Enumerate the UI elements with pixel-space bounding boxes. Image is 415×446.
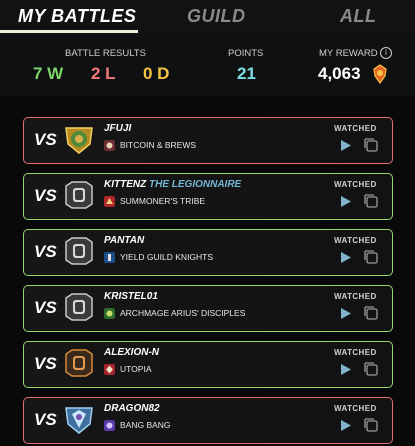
battle-card[interactable]: VS ALEXION-N UTOPIA WATCHED (23, 341, 393, 388)
guild-name: BITCOIN & BREWS (120, 140, 197, 150)
opponent-name: JFUJI (104, 123, 132, 134)
tab-my-battles[interactable]: MY BATTLES (18, 3, 136, 29)
opponent-name: KRISTEL01 (104, 291, 158, 302)
battle-card[interactable]: VS PANTAN YIELD GUILD KNIGHTS WATCHED (23, 229, 393, 276)
my-reward-label: MY REWARD (319, 48, 378, 59)
play-icon[interactable] (340, 419, 352, 432)
tab-bar: MY BATTLES GUILD ALL (0, 0, 415, 34)
guild-crest-icon (104, 364, 115, 375)
points-label: POINTS (228, 48, 264, 59)
vs-label: VS (34, 186, 57, 205)
watched-label: WATCHED (334, 404, 377, 413)
guild-crest-icon (104, 420, 115, 431)
copy-link-icon[interactable] (364, 306, 378, 320)
watched-label: WATCHED (334, 124, 377, 133)
guild-name: UTOPIA (120, 364, 152, 374)
play-icon[interactable] (340, 251, 352, 264)
silver-league-icon (65, 293, 93, 321)
opponent-name: PANTAN (104, 235, 145, 246)
battle-list: VS JFUJI BITCOIN & BREWS WATCHED VS KITT… (0, 96, 415, 446)
guild-name: YIELD GUILD KNIGHTS (120, 252, 214, 262)
vs-label: VS (34, 298, 57, 317)
play-icon[interactable] (340, 363, 352, 376)
battle-summary: BATTLE RESULTS 7 W 2 L 0 D POINTS 21 MY … (0, 34, 415, 96)
battle-card[interactable]: VS KRISTEL01 ARCHMAGE ARIUS' DISCIPLES W… (23, 285, 393, 332)
tab-guild[interactable]: GUILD (187, 3, 246, 29)
battle-results-label: BATTLE RESULTS (65, 48, 146, 59)
player-title: THE LEGIONNAIRE (149, 179, 242, 190)
guild-name: BANG BANG (120, 420, 171, 430)
vs-label: VS (34, 242, 57, 261)
vs-label: VS (34, 354, 57, 373)
battle-card[interactable]: VS JFUJI BITCOIN & BREWS WATCHED (23, 117, 393, 164)
silver-league-icon (65, 237, 93, 265)
vs-label: VS (34, 130, 57, 149)
play-icon[interactable] (340, 307, 352, 320)
guild-name: ARCHMAGE ARIUS' DISCIPLES (120, 308, 246, 318)
watched-label: WATCHED (334, 236, 377, 245)
points-value: 21 (237, 64, 256, 83)
losses-count: 2 L (91, 64, 116, 83)
gold-league-icon (65, 127, 93, 154)
opponent-name: DRAGON82 (104, 403, 160, 414)
play-icon[interactable] (340, 139, 352, 152)
draws-count: 0 D (143, 64, 170, 83)
battle-card[interactable]: VS KITTENZ THE LEGIONNAIRE SUMMONER'S TR… (23, 173, 393, 220)
play-icon[interactable] (340, 195, 352, 208)
silver-league-icon (65, 181, 93, 209)
battle-card[interactable]: VS DRAGON82 BANG BANG WATCHED (23, 397, 393, 444)
wins-count: 7 W (33, 64, 64, 83)
copy-link-icon[interactable] (364, 138, 378, 152)
tab-all[interactable]: ALL (340, 3, 377, 29)
guild-crest-icon (104, 252, 115, 263)
reward-value: 4,063 (318, 64, 361, 83)
copy-link-icon[interactable] (364, 194, 378, 208)
guild-crest-icon (104, 196, 115, 207)
watched-label: WATCHED (334, 180, 377, 189)
opponent-name: ALEXION-N (104, 347, 159, 358)
opponent-name: KITTENZ THE LEGIONNAIRE (104, 179, 242, 190)
guild-name: SUMMONER'S TRIBE (120, 196, 206, 206)
copy-link-icon[interactable] (364, 362, 378, 376)
copy-link-icon[interactable] (364, 418, 378, 432)
info-icon[interactable]: i (380, 47, 392, 59)
bronze-league-icon (65, 349, 93, 377)
active-tab-indicator (0, 30, 138, 33)
copy-link-icon[interactable] (364, 250, 378, 264)
guild-crest-icon (104, 140, 115, 151)
watched-label: WATCHED (334, 348, 377, 357)
vs-label: VS (34, 410, 57, 429)
watched-label: WATCHED (334, 292, 377, 301)
diamond-league-icon (65, 407, 93, 434)
guild-crest-icon (104, 308, 115, 319)
dec-coin-icon (373, 64, 387, 84)
